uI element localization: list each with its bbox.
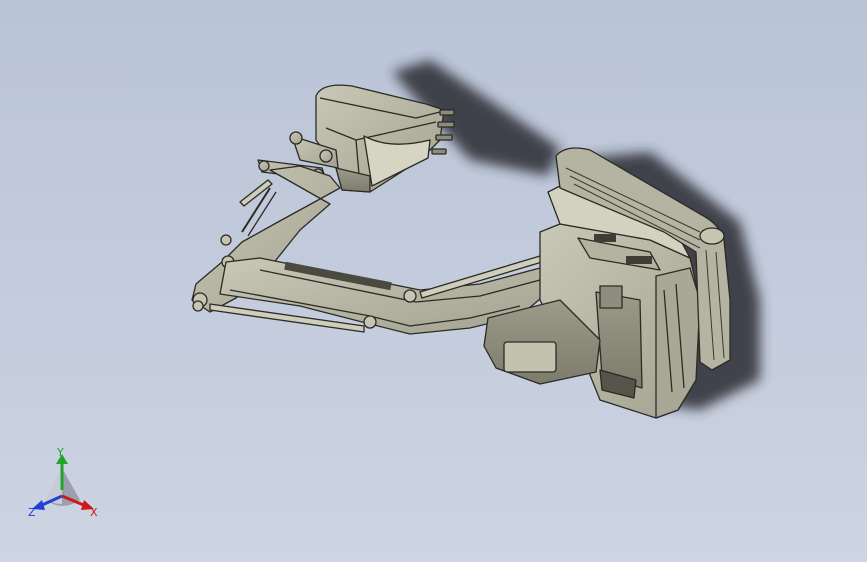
z-axis-label: Z — [28, 506, 36, 519]
x-axis-label: X — [90, 506, 98, 519]
reference-triad: Y X Z — [28, 446, 98, 519]
y-axis-label: Y — [56, 446, 64, 459]
graphics-viewport[interactable] — [0, 0, 867, 562]
